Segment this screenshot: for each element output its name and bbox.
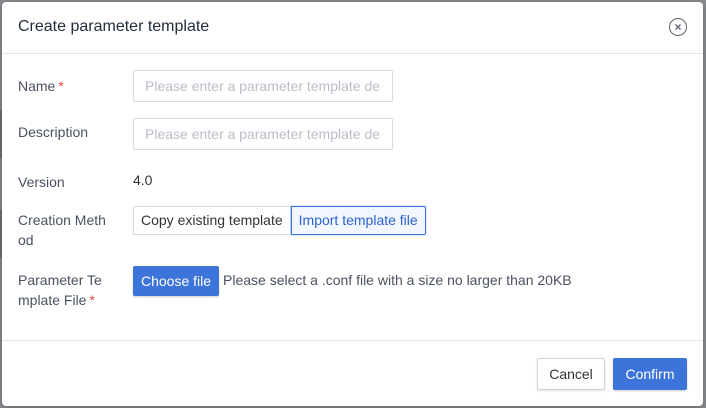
dialog-footer: Cancel Confirm <box>2 340 703 406</box>
required-mark: * <box>58 78 64 94</box>
template-file-label: Parameter Te mplate File * <box>18 272 102 308</box>
description-label: Description <box>18 124 89 140</box>
create-template-dialog: Create parameter template × Name* Descri… <box>2 2 703 406</box>
creation-method-label: Creation Meth od <box>18 212 106 248</box>
version-label: Version <box>18 174 65 190</box>
creation-method-selector: Copy existing template Import template f… <box>133 206 426 235</box>
name-label: Name * <box>18 78 64 94</box>
file-hint-text: Please select a .conf file with a size n… <box>223 272 572 288</box>
version-value: 4.0 <box>133 172 153 188</box>
required-mark: * <box>89 292 95 308</box>
close-icon[interactable]: × <box>669 18 687 36</box>
dialog-title: Create parameter template <box>18 18 210 35</box>
name-input[interactable] <box>133 70 393 102</box>
import-template-file-option[interactable]: Import template file <box>290 206 426 235</box>
confirm-button[interactable]: Confirm <box>613 358 687 390</box>
choose-file-button[interactable]: Choose file <box>133 266 220 296</box>
dialog-header: Create parameter template × <box>2 2 703 54</box>
description-input[interactable] <box>133 118 393 150</box>
copy-existing-template-option[interactable]: Copy existing template <box>133 206 291 235</box>
cancel-button[interactable]: Cancel <box>537 358 605 390</box>
